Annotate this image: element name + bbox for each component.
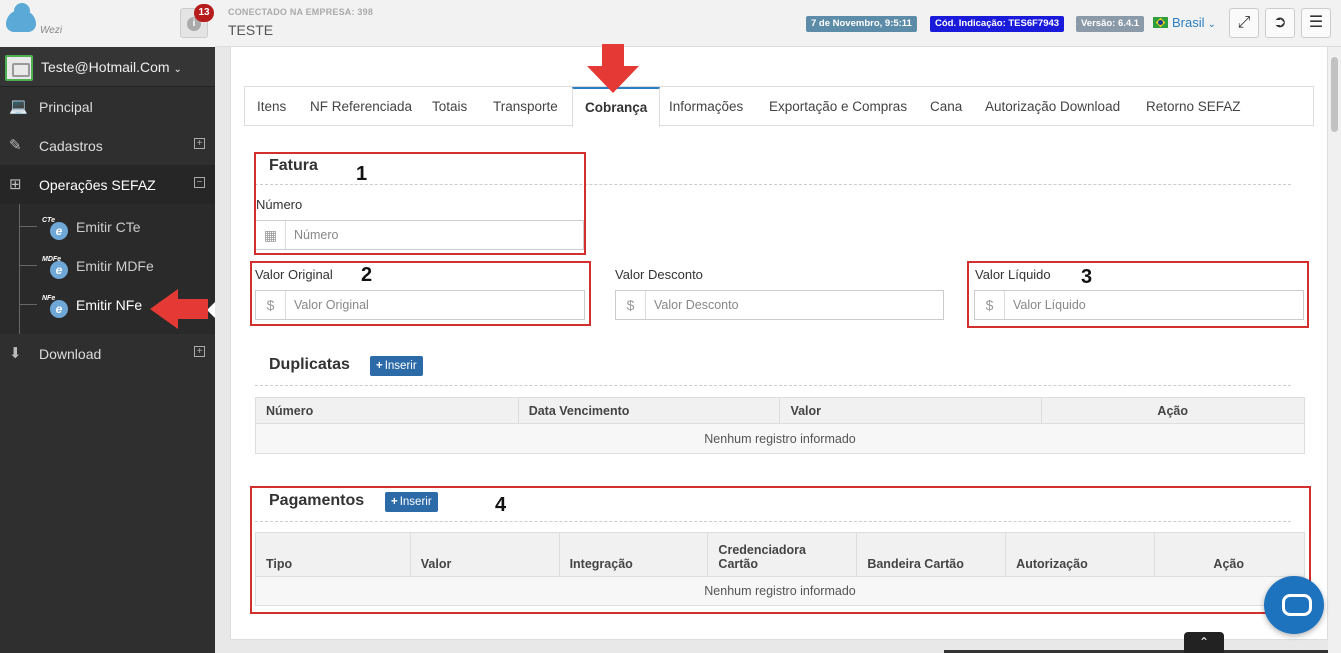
brazil-flag-icon <box>1153 17 1168 28</box>
annotation-box-3 <box>967 261 1309 328</box>
hamburger-icon: ☰ <box>1308 14 1324 31</box>
sidebar-item-emitir-cte[interactable]: CTe e Emitir CTe <box>0 207 215 246</box>
chevron-down-icon: ⌄ <box>173 64 182 75</box>
sidebar-item-cadastros[interactable]: ✎ Cadastros + <box>0 126 215 165</box>
column-header[interactable]: Valor <box>779 397 1043 424</box>
expand-plus-icon: + <box>194 138 205 149</box>
empty-message: Nenhum registro informado <box>255 423 1305 454</box>
annotation-box-2 <box>250 261 591 326</box>
avatar <box>5 55 33 81</box>
e-glyph: e <box>50 222 68 240</box>
language-selector[interactable]: Brasil ⌄ <box>1153 15 1216 30</box>
annotation-box-4 <box>250 486 1311 614</box>
logo-text: Wezi <box>40 25 63 36</box>
table-header-row: Número Data Vencimento Valor Ação <box>255 397 1305 424</box>
duplicatas-table: Número Data Vencimento Valor Ação Nenhum… <box>255 397 1305 454</box>
button-label: Inserir <box>384 360 417 372</box>
tab-exportacao-e-compras[interactable]: Exportação e Compras <box>757 87 919 126</box>
user-email-text: Teste@Hotmail.Com <box>41 59 170 75</box>
dollar-icon: $ <box>616 291 646 319</box>
annotation-number-3: 3 <box>1081 266 1093 288</box>
sidebar-item-operacoes-sefaz[interactable]: ⊞ Operações SEFAZ − <box>0 165 215 204</box>
column-header[interactable]: Número <box>255 397 519 424</box>
chevron-up-icon: ⌃ <box>1198 635 1210 649</box>
table-row: Nenhum registro informado <box>255 423 1305 454</box>
tab-bar: Itens NF Referenciada Totais Transporte … <box>244 86 1314 127</box>
tree-branch <box>19 226 37 227</box>
sidebar-item-download[interactable]: ⬇ Download + <box>0 334 215 373</box>
version-badge: Versão: 6.4.1 <box>1076 16 1145 32</box>
windows-icon: ⊞ <box>9 176 22 193</box>
annotation-number-1: 1 <box>356 163 368 185</box>
language-label: Brasil <box>1172 15 1205 30</box>
tab-retorno-sefaz[interactable]: Retorno SEFAZ <box>1134 87 1253 126</box>
user-email: Teste@Hotmail.Com ⌄ <box>41 59 182 75</box>
duplicatas-title: Duplicatas <box>269 356 350 373</box>
sign-out-icon: ➲ <box>1273 14 1287 31</box>
collapse-minus-icon: − <box>194 177 205 188</box>
sidebar-item-label: Principal <box>39 99 93 115</box>
sidebar-item-emitir-mdfe[interactable]: MDFe e Emitir MDFe <box>0 246 215 285</box>
tab-cana[interactable]: Cana <box>918 87 974 126</box>
valor-desconto-field: $ <box>615 290 944 320</box>
valor-desconto-label: Valor Desconto <box>615 267 703 282</box>
expand-plus-icon: + <box>194 346 205 357</box>
fullscreen-button[interactable]: ⤢ <box>1229 8 1259 38</box>
sidebar-item-label: Cadastros <box>39 138 103 154</box>
edit-icon: ✎ <box>9 137 22 154</box>
red-arrow-down-icon <box>587 44 639 93</box>
sidebar-item-label: Emitir NFe <box>76 297 143 313</box>
scrollbar[interactable] <box>1328 47 1341 653</box>
column-header[interactable]: Data Vencimento <box>517 397 781 424</box>
tree-branch <box>19 265 37 266</box>
top-bar: Wezi i 13 CONECTADO NA EMPRESA: 398 TEST… <box>0 0 1341 47</box>
sidebar-item-label: Download <box>39 346 102 362</box>
tab-itens[interactable]: Itens <box>245 87 298 126</box>
e-glyph: e <box>50 261 68 279</box>
company-label: CONECTADO NA EMPRESA: 398 <box>228 7 374 17</box>
date-badge: 7 de Novembro, 9:5:11 <box>806 16 917 32</box>
sidebar-item-label: Emitir CTe <box>76 219 141 235</box>
tab-informacoes[interactable]: Informações <box>657 87 755 126</box>
chat-widget-button[interactable] <box>1264 576 1324 634</box>
tree-branch <box>19 304 37 305</box>
annotation-box-1 <box>254 152 586 255</box>
sidebar: Teste@Hotmail.Com ⌄ 💻 Principal ✎ Cadast… <box>0 47 215 653</box>
red-arrow-left-icon <box>150 289 208 329</box>
tab-nf-referenciada[interactable]: NF Referenciada <box>298 87 424 126</box>
column-header: Ação <box>1041 397 1305 424</box>
duplicatas-insert-button[interactable]: + Inserir <box>370 356 423 376</box>
laptop-icon: 💻 <box>9 98 28 115</box>
logout-button[interactable]: ➲ <box>1265 8 1295 38</box>
e-glyph: e <box>50 300 68 318</box>
nfe-icon: NFe e <box>42 295 70 318</box>
company-name: TESTE <box>228 22 274 38</box>
tab-autorizacao-download[interactable]: Autorização Download <box>973 87 1132 126</box>
cloud-logo-icon <box>6 3 36 32</box>
tab-totais[interactable]: Totais <box>420 87 479 126</box>
sidebar-item-label: Emitir MDFe <box>76 258 154 274</box>
plus-icon: + <box>376 360 383 372</box>
valor-desconto-input[interactable] <box>647 291 937 319</box>
chevron-down-icon: ⌄ <box>1207 19 1216 30</box>
referral-code-badge: Cód. Indicação: TES6F7943 <box>930 16 1065 32</box>
cte-icon: CTe e <box>42 217 70 240</box>
tab-transporte[interactable]: Transporte <box>481 87 570 126</box>
user-menu[interactable]: Teste@Hotmail.Com ⌄ <box>0 47 215 87</box>
mdfe-icon: MDFe e <box>42 256 70 279</box>
sidebar-item-label: Operações SEFAZ <box>39 177 156 193</box>
expand-icon: ⤢ <box>1237 14 1251 31</box>
scrollbar-thumb[interactable] <box>1331 57 1338 132</box>
menu-button[interactable]: ☰ <box>1301 8 1331 38</box>
sidebar-item-principal[interactable]: 💻 Principal <box>0 87 215 126</box>
annotation-number-2: 2 <box>361 264 373 286</box>
divider <box>255 385 1291 386</box>
annotation-number-4: 4 <box>495 494 507 516</box>
notification-count-badge: 13 <box>194 4 214 22</box>
download-icon: ⬇ <box>9 345 22 362</box>
scroll-top-button[interactable]: ⌃ <box>1184 632 1224 653</box>
